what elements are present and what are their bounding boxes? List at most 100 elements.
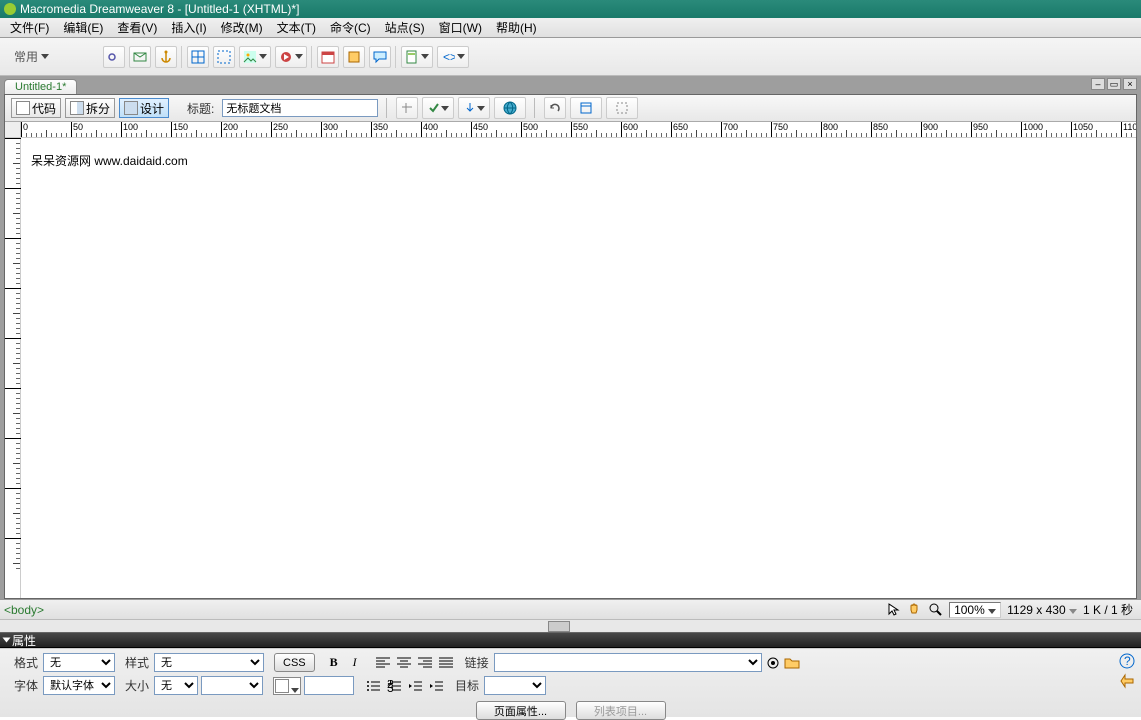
no-browser-check-icon[interactable] — [396, 97, 418, 119]
align-left-icon[interactable] — [374, 654, 392, 672]
format-select[interactable]: 无 — [43, 653, 115, 672]
menu-modify[interactable]: 修改(M) — [215, 18, 269, 37]
page-properties-button[interactable]: 页面属性... — [476, 701, 566, 720]
style-label: 样式 — [125, 654, 151, 671]
visual-aids-icon[interactable] — [606, 97, 638, 119]
zoom-level[interactable]: 100% — [949, 602, 1001, 618]
quick-tag-editor-icon[interactable] — [1119, 673, 1135, 689]
hyperlink-icon[interactable] — [103, 46, 125, 68]
format-label: 格式 — [14, 654, 40, 671]
document-title-input[interactable] — [222, 99, 378, 117]
style-select[interactable]: 无 — [154, 653, 264, 672]
list-item-button: 列表项目... — [576, 701, 666, 720]
date-icon[interactable] — [317, 46, 339, 68]
align-center-icon[interactable] — [395, 654, 413, 672]
templates-icon[interactable] — [401, 46, 433, 68]
refresh-icon[interactable] — [544, 97, 566, 119]
insert-category-dropdown[interactable]: 常用 — [8, 46, 55, 67]
vertical-ruler — [5, 138, 21, 598]
menu-window[interactable]: 窗口(W) — [433, 18, 488, 37]
menu-commands[interactable]: 命令(C) — [324, 18, 377, 37]
view-options-icon[interactable] — [570, 97, 602, 119]
align-right-icon[interactable] — [416, 654, 434, 672]
point-to-file-icon[interactable] — [765, 655, 781, 671]
window-size[interactable]: 1129 x 430 — [1007, 603, 1077, 617]
pointer-tool-icon[interactable] — [886, 602, 901, 617]
tag-chooser-icon[interactable]: <> — [437, 46, 469, 68]
doc-size: 1 K / 1 秒 — [1083, 601, 1133, 618]
code-view-button[interactable]: 代码 — [11, 98, 61, 118]
target-select[interactable] — [484, 676, 546, 695]
design-canvas[interactable]: 呆呆资源网 www.daidaid.com — [21, 138, 1136, 598]
app-logo-icon — [4, 3, 16, 15]
menu-insert[interactable]: 插入(I) — [165, 18, 212, 37]
insert-div-icon[interactable] — [213, 46, 235, 68]
browse-folder-icon[interactable] — [784, 655, 800, 671]
restore-doc-icon[interactable]: ▭ — [1107, 78, 1121, 90]
unordered-list-icon[interactable] — [364, 677, 382, 695]
link-select[interactable] — [494, 653, 762, 672]
font-label: 字体 — [14, 677, 40, 694]
design-view-button[interactable]: 设计 — [119, 98, 169, 118]
window-title: Macromedia Dreamweaver 8 - [Untitled-1 (… — [20, 2, 299, 16]
code-view-label: 代码 — [32, 100, 56, 117]
zoom-tool-icon[interactable] — [928, 602, 943, 617]
media-icon[interactable] — [275, 46, 307, 68]
text-color-input[interactable] — [304, 676, 354, 695]
properties-panel: ? 格式 无 样式 无 CSS B I 链接 字体 默认字体 大小 无 — [0, 648, 1141, 717]
named-anchor-icon[interactable] — [155, 46, 177, 68]
toolbar-separator — [395, 46, 397, 68]
document-tabstrip: Untitled-1* – ▭ × — [0, 76, 1141, 94]
font-select[interactable]: 默认字体 — [43, 676, 115, 695]
menu-help[interactable]: 帮助(H) — [490, 18, 543, 37]
toolbar-separator — [181, 46, 183, 68]
help-icon[interactable]: ? — [1119, 653, 1135, 669]
align-justify-icon[interactable] — [437, 654, 455, 672]
design-view-label: 设计 — [140, 100, 164, 117]
outdent-icon[interactable] — [406, 677, 424, 695]
menu-view[interactable]: 查看(V) — [111, 18, 163, 37]
dropdown-icon — [41, 54, 49, 59]
minimize-doc-icon[interactable]: – — [1091, 78, 1105, 90]
css-button[interactable]: CSS — [274, 653, 315, 672]
comment-icon[interactable] — [369, 46, 391, 68]
insert-toolbar: 常用 <> — [0, 38, 1141, 76]
indent-icon[interactable] — [427, 677, 445, 695]
validate-icon[interactable] — [422, 97, 454, 119]
horizontal-scrollbar[interactable] — [0, 619, 1141, 632]
document-area: Untitled-1* – ▭ × 代码 拆分 设计 标题: 0501001 — [0, 76, 1141, 599]
image-icon[interactable] — [239, 46, 271, 68]
email-link-icon[interactable] — [129, 46, 151, 68]
text-color-picker[interactable] — [273, 677, 301, 695]
document-tab[interactable]: Untitled-1* — [4, 79, 77, 94]
menu-text[interactable]: 文本(T) — [271, 18, 322, 37]
toolbar-separator — [311, 46, 313, 68]
window-titlebar: Macromedia Dreamweaver 8 - [Untitled-1 (… — [0, 0, 1141, 18]
menu-file[interactable]: 文件(F) — [4, 18, 55, 37]
properties-panel-header[interactable]: 属性 — [0, 632, 1141, 648]
status-bar: <body> 100% 1129 x 430 1 K / 1 秒 — [0, 599, 1141, 619]
document-toolbar: 代码 拆分 设计 标题: — [5, 95, 1136, 122]
server-side-include-icon[interactable] — [343, 46, 365, 68]
size-unit-select[interactable] — [201, 676, 263, 695]
size-select[interactable]: 无 — [154, 676, 198, 695]
hand-tool-icon[interactable] — [907, 602, 922, 617]
menu-bar: 文件(F) 编辑(E) 查看(V) 插入(I) 修改(M) 文本(T) 命令(C… — [0, 18, 1141, 38]
menu-site[interactable]: 站点(S) — [379, 18, 431, 37]
table-icon[interactable] — [187, 46, 209, 68]
bold-icon[interactable]: B — [325, 654, 343, 672]
scrollbar-thumb[interactable] — [548, 621, 570, 632]
canvas-text: 呆呆资源网 www.daidaid.com — [31, 154, 188, 168]
ordered-list-icon[interactable]: 123 — [385, 677, 403, 695]
file-management-icon[interactable] — [458, 97, 490, 119]
close-doc-icon[interactable]: × — [1123, 78, 1137, 90]
split-view-label: 拆分 — [86, 100, 110, 117]
preview-browser-icon[interactable] — [494, 97, 526, 119]
horizontal-ruler: 0501001502002503003504004505005506006507… — [21, 122, 1136, 138]
menu-edit[interactable]: 编辑(E) — [57, 18, 109, 37]
split-view-button[interactable]: 拆分 — [65, 98, 115, 118]
italic-icon[interactable]: I — [346, 654, 364, 672]
size-label: 大小 — [125, 677, 151, 694]
tag-selector[interactable]: <body> — [0, 603, 44, 617]
insert-category-label: 常用 — [14, 48, 38, 65]
